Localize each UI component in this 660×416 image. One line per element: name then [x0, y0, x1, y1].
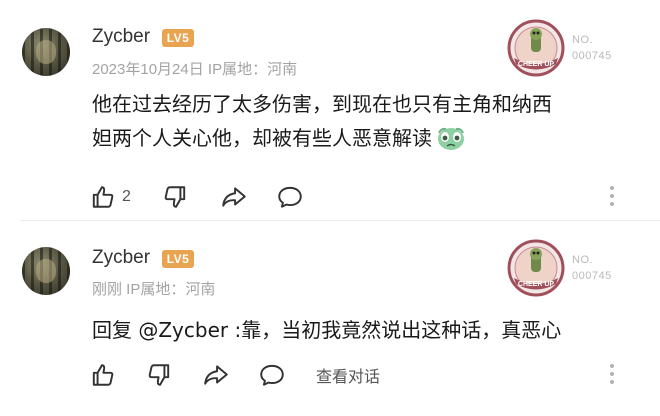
view-conversation-label: 查看对话: [316, 369, 381, 386]
comment-text-line: 妲两个人关心他，却被有些人恶意解读: [92, 121, 632, 161]
medal-icon: CHEER UP: [507, 239, 565, 297]
like-count: 2: [122, 188, 131, 205]
comment-text: 回复 @Zycber :靠，当初我竟然说出这种话，真恶心: [92, 318, 562, 342]
view-conversation-link[interactable]: 查看对话: [316, 362, 380, 388]
comment-item: Zycber LV5 2023年10月24日 IP属地：河南 CHEER UP …: [0, 0, 660, 222]
avatar[interactable]: [22, 247, 70, 295]
fan-medal[interactable]: CHEER UP NO. 000745: [506, 18, 626, 78]
comment-text-segment: 妲两个人关心他，却被有些人恶意解读: [92, 126, 432, 150]
action-bar: 查看对话: [90, 362, 640, 388]
medal-no-value: 000745: [572, 50, 612, 62]
medal-no-value: 000745: [572, 270, 612, 282]
comment-icon: [278, 186, 302, 208]
comment-text-line: 他在过去经历了太多伤害，到现在也只有主角和纳西: [92, 92, 552, 116]
more-icon[interactable]: [610, 186, 614, 210]
like-button[interactable]: [90, 362, 116, 388]
medal-no-label: NO.: [572, 34, 594, 46]
share-button[interactable]: [202, 362, 230, 388]
divider: [20, 220, 660, 221]
avatar[interactable]: [22, 28, 70, 76]
action-bar: 2: [90, 184, 640, 210]
comment-button[interactable]: [276, 184, 304, 210]
comment-item: Zycber LV5 刚刚 IP属地：河南 CHEER UP NO. 00074…: [0, 222, 660, 416]
share-icon: [204, 365, 228, 385]
medal-icon: CHEER UP: [507, 19, 565, 77]
share-icon: [222, 187, 246, 207]
level-badge: LV5: [162, 29, 194, 47]
teary-face-sticker-icon: [436, 125, 466, 161]
dislike-icon: [164, 186, 186, 208]
dislike-button[interactable]: [162, 184, 188, 210]
fan-medal[interactable]: CHEER UP NO. 000745: [506, 238, 626, 298]
level-badge: LV5: [162, 250, 194, 268]
share-button[interactable]: [220, 184, 248, 210]
like-icon: [92, 364, 114, 386]
dislike-button[interactable]: [146, 362, 172, 388]
comment-meta: 刚刚 IP属地：河南: [92, 281, 216, 298]
like-icon: [92, 186, 114, 208]
more-icon[interactable]: [610, 364, 614, 388]
medal-text: CHEER UP: [518, 281, 555, 288]
like-button[interactable]: 2: [90, 184, 131, 210]
comment-meta: 2023年10月24日 IP属地：河南: [92, 61, 298, 78]
comment-button[interactable]: [258, 362, 286, 388]
medal-text: CHEER UP: [518, 61, 555, 68]
dislike-icon: [148, 364, 170, 386]
comment-icon: [260, 364, 284, 386]
comment-text: 他在过去经历了太多伤害，到现在也只有主角和纳西 妲两个人关心他，却被有些人恶意解…: [92, 87, 632, 161]
medal-no-label: NO.: [572, 254, 594, 266]
username[interactable]: Zycber: [92, 26, 150, 48]
username[interactable]: Zycber: [92, 247, 150, 269]
